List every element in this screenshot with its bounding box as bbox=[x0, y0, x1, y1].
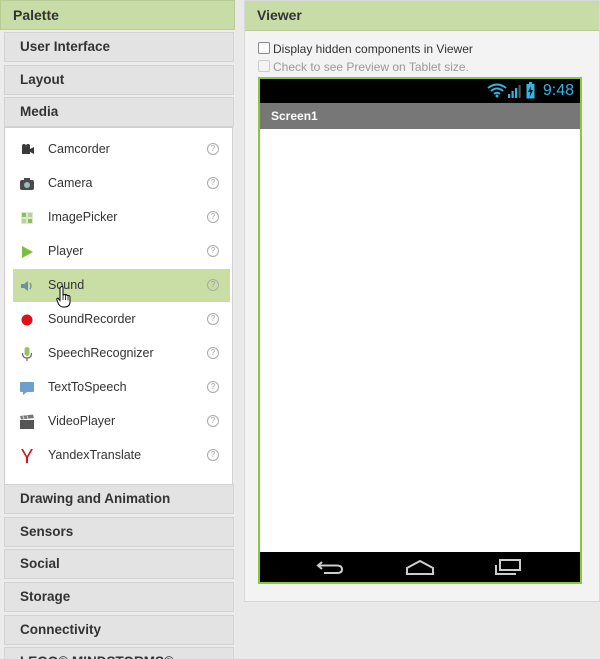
category-connectivity[interactable]: Connectivity bbox=[4, 615, 234, 645]
category-drawing-and-animation[interactable]: Drawing and Animation bbox=[4, 484, 234, 514]
palette-header: Palette bbox=[0, 0, 235, 30]
component-camera[interactable]: Camera ? bbox=[13, 167, 230, 200]
display-hidden-label: Display hidden components in Viewer bbox=[273, 42, 473, 56]
tablet-preview-label: Check to see Preview on Tablet size. bbox=[273, 60, 469, 74]
player-icon bbox=[22, 246, 33, 258]
component-video-player[interactable]: VideoPlayer ? bbox=[13, 405, 230, 438]
component-label: YandexTranslate bbox=[48, 448, 142, 462]
media-component-list: Camcorder ? Camera ? ImagePicker ? Playe… bbox=[4, 127, 233, 485]
sound-icon bbox=[21, 281, 32, 291]
recent-apps-icon[interactable] bbox=[494, 559, 522, 575]
home-icon[interactable] bbox=[405, 560, 435, 575]
category-storage[interactable]: Storage bbox=[4, 582, 234, 612]
display-hidden-row[interactable]: Display hidden components in Viewer bbox=[258, 42, 473, 56]
component-speech-recognizer[interactable]: SpeechRecognizer ? bbox=[13, 337, 230, 370]
display-hidden-checkbox[interactable] bbox=[258, 42, 270, 54]
component-label: Player bbox=[48, 244, 84, 258]
status-clock: 9:48 bbox=[542, 82, 574, 99]
back-icon[interactable] bbox=[316, 559, 344, 575]
help-icon[interactable]: ? bbox=[207, 279, 219, 291]
yandex-translate-icon bbox=[21, 449, 33, 463]
component-label: SpeechRecognizer bbox=[48, 346, 154, 360]
tablet-preview-row: Check to see Preview on Tablet size. bbox=[258, 60, 469, 74]
tablet-preview-checkbox bbox=[258, 60, 270, 72]
component-label: SoundRecorder bbox=[48, 312, 136, 326]
component-player[interactable]: Player ? bbox=[13, 235, 230, 268]
component-label: Camera bbox=[48, 176, 93, 190]
component-label: Camcorder bbox=[48, 142, 110, 156]
component-label: VideoPlayer bbox=[48, 414, 116, 428]
help-icon[interactable]: ? bbox=[207, 449, 219, 461]
status-bar: 9:48 bbox=[260, 79, 580, 103]
component-camcorder[interactable]: Camcorder ? bbox=[13, 133, 230, 166]
camera-icon bbox=[20, 178, 34, 190]
signal-icon bbox=[508, 85, 521, 98]
help-icon[interactable]: ? bbox=[207, 211, 219, 223]
battery-icon bbox=[526, 82, 535, 99]
speech-recognizer-icon bbox=[21, 347, 33, 361]
component-yandex-translate[interactable]: YandexTranslate ? bbox=[13, 439, 230, 472]
help-icon[interactable]: ? bbox=[207, 177, 219, 189]
component-sound-recorder[interactable]: SoundRecorder ? bbox=[13, 303, 230, 336]
sound-recorder-icon bbox=[21, 314, 33, 326]
wifi-icon bbox=[487, 83, 507, 98]
category-social[interactable]: Social bbox=[4, 549, 234, 579]
phone-preview[interactable]: 9:48 Screen1 bbox=[258, 77, 582, 584]
component-label: TextToSpeech bbox=[48, 380, 127, 394]
palette-panel: Palette User Interface Layout Media Camc… bbox=[0, 0, 235, 659]
category-media[interactable]: Media bbox=[4, 97, 234, 127]
nav-bar bbox=[260, 552, 580, 582]
component-text-to-speech[interactable]: TextToSpeech ? bbox=[13, 371, 230, 404]
help-icon[interactable]: ? bbox=[207, 313, 219, 325]
component-sound[interactable]: Sound ? bbox=[13, 269, 230, 308]
viewer-header: Viewer bbox=[245, 1, 599, 31]
text-to-speech-icon bbox=[20, 382, 34, 395]
video-player-icon bbox=[20, 414, 34, 429]
component-image-picker[interactable]: ImagePicker ? bbox=[13, 201, 230, 234]
category-layout[interactable]: Layout bbox=[4, 65, 234, 95]
viewer-panel: Viewer Display hidden components in View… bbox=[244, 0, 600, 602]
category-user-interface[interactable]: User Interface bbox=[4, 32, 234, 62]
screen-title-bar: Screen1 bbox=[260, 103, 580, 129]
help-icon[interactable]: ? bbox=[207, 381, 219, 393]
help-icon[interactable]: ? bbox=[207, 347, 219, 359]
help-icon[interactable]: ? bbox=[207, 143, 219, 155]
category-sensors[interactable]: Sensors bbox=[4, 517, 234, 547]
category-lego-mindstorms[interactable]: LEGO® MINDSTORMS® bbox=[4, 647, 234, 659]
component-label: ImagePicker bbox=[48, 210, 118, 224]
help-icon[interactable]: ? bbox=[207, 245, 219, 257]
help-icon[interactable]: ? bbox=[207, 415, 219, 427]
image-picker-icon bbox=[21, 212, 33, 224]
camcorder-icon bbox=[22, 144, 34, 154]
